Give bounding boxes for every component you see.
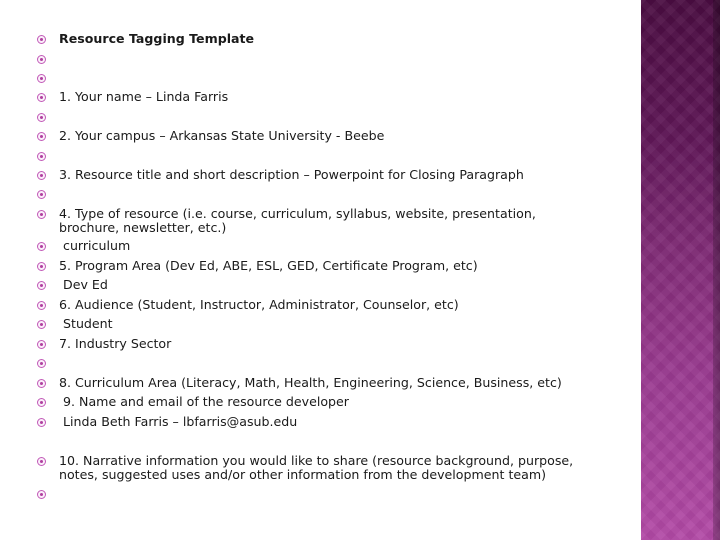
bullet-icon bbox=[37, 457, 46, 466]
list-item-text: Dev Ed bbox=[59, 277, 108, 292]
list-item-text: curriculum bbox=[59, 238, 131, 253]
bullet-icon bbox=[37, 379, 46, 388]
side-panel-edge bbox=[713, 0, 720, 540]
list-item-text: 10. Narrative information you would like… bbox=[59, 453, 578, 482]
slide-title: Resource Tagging Template bbox=[59, 31, 255, 46]
slide: Resource Tagging Template 1. Your name –… bbox=[0, 0, 720, 540]
list-item-text: 4. Type of resource (i.e. course, curric… bbox=[59, 206, 540, 235]
bullet-icon bbox=[37, 359, 46, 368]
list-item-text: Student bbox=[59, 316, 113, 331]
bullet-icon bbox=[37, 113, 46, 122]
list-item-text: 2. Your campus – Arkansas State Universi… bbox=[59, 128, 385, 143]
bullet-icon bbox=[37, 132, 46, 141]
list-item-text: 9. Name and email of the resource develo… bbox=[59, 394, 349, 409]
bullet-icon bbox=[37, 242, 46, 251]
list-item-text: 6. Audience (Student, Instructor, Admini… bbox=[59, 297, 459, 312]
bullet-icon bbox=[37, 320, 46, 329]
bullet-icon bbox=[37, 93, 46, 102]
list-item-text: 5. Program Area (Dev Ed, ABE, ESL, GED, … bbox=[59, 258, 478, 273]
bullet-icon bbox=[37, 398, 46, 407]
list-item-text: 3. Resource title and short description … bbox=[59, 167, 524, 182]
bullet-icon bbox=[37, 418, 46, 427]
bullet-icon bbox=[37, 340, 46, 349]
list-item-text: 7. Industry Sector bbox=[59, 336, 172, 351]
slide-content: Resource Tagging Template 1. Your name –… bbox=[0, 0, 640, 540]
decorative-side-panel bbox=[641, 0, 720, 540]
bullet-icon bbox=[37, 210, 46, 219]
bullet-icon bbox=[37, 301, 46, 310]
list-item-text: 1. Your name – Linda Farris bbox=[59, 89, 229, 104]
bullet-icon bbox=[37, 74, 46, 83]
bullet-icon bbox=[37, 190, 46, 199]
list-item-text: 8. Curriculum Area (Literacy, Math, Heal… bbox=[59, 375, 562, 390]
bullet-icon bbox=[37, 262, 46, 271]
bullet-icon bbox=[37, 490, 46, 499]
bullet-icon bbox=[37, 281, 46, 290]
bullet-icon bbox=[37, 35, 46, 44]
bullet-icon bbox=[37, 55, 46, 64]
list-item-text: Linda Beth Farris – lbfarris@asub.edu bbox=[59, 414, 298, 429]
bullet-icon bbox=[37, 152, 46, 161]
bullet-icon bbox=[37, 171, 46, 180]
